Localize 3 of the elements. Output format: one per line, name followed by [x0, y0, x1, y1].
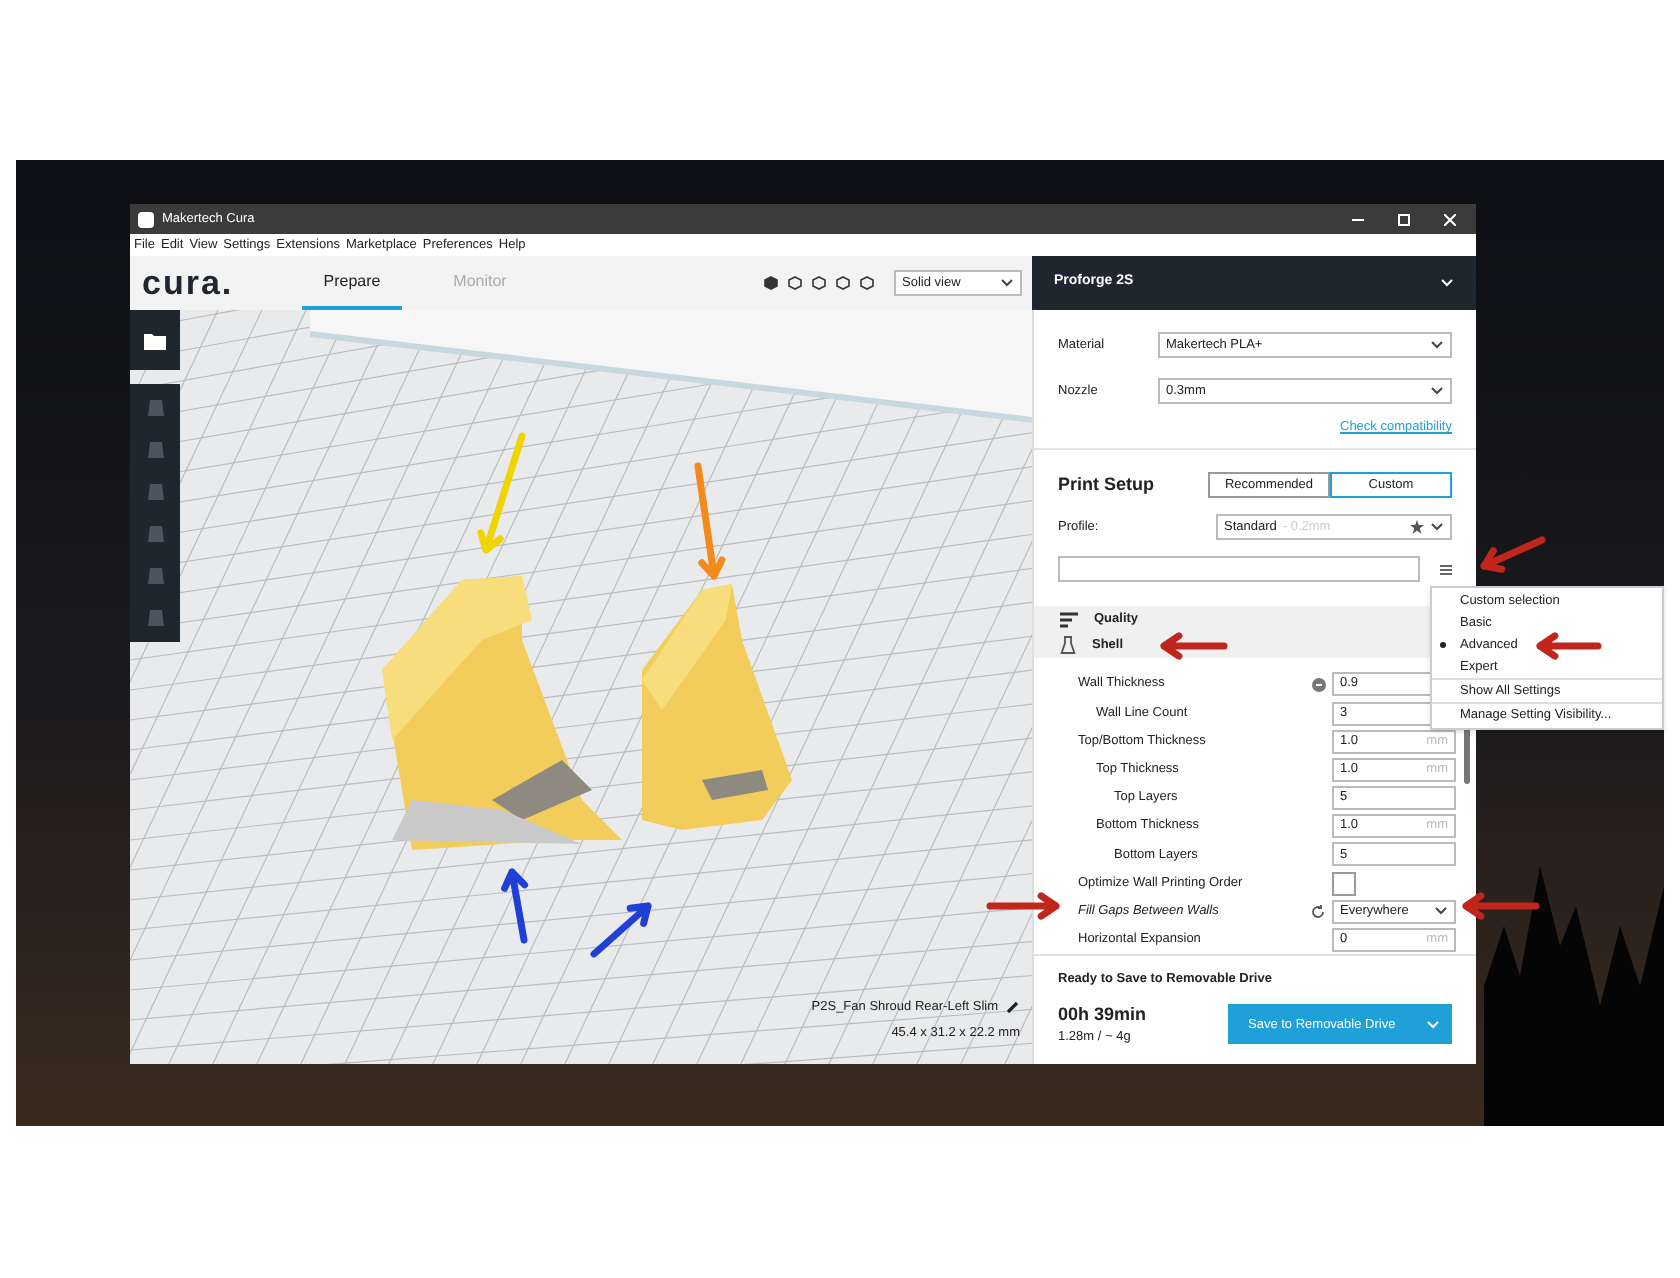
- cura-logo: cura.: [142, 266, 236, 300]
- print-time: 00h 39min: [1058, 1001, 1147, 1028]
- print-setup-title: Print Setup: [1058, 471, 1157, 498]
